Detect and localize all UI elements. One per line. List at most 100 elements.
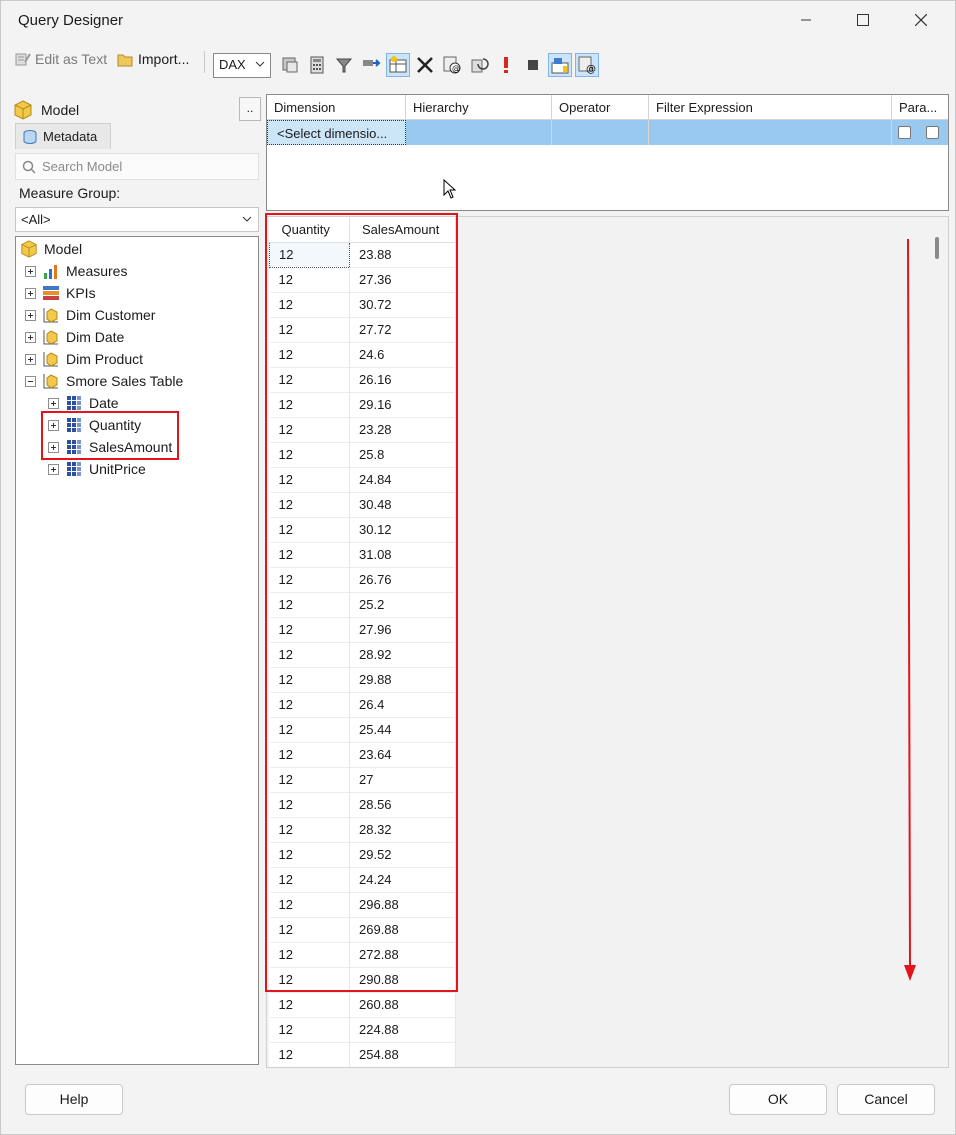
quantity-cell[interactable]: 12 — [269, 1017, 350, 1043]
column-header[interactable]: Filter Expression — [649, 95, 892, 120]
parameter-button[interactable] — [359, 53, 383, 77]
column-header[interactable]: Dimension — [267, 95, 406, 120]
delete-button[interactable] — [413, 53, 437, 77]
show-aggregates-button[interactable] — [278, 53, 302, 77]
minimize-icon — [801, 19, 811, 21]
tree-label: Smore Sales Table — [66, 373, 184, 389]
metadata-tab-label: Metadata — [43, 129, 98, 144]
operator-cell[interactable] — [552, 120, 649, 145]
collapse-icon[interactable] — [25, 375, 36, 387]
ok-button[interactable]: OK — [729, 1084, 827, 1115]
query-parameters-button[interactable]: @ — [440, 53, 464, 77]
tree-label: Dim Customer — [66, 307, 156, 323]
tree-item-dim-product[interactable]: Dim Product — [25, 348, 143, 370]
table-row[interactable]: 12 224.88 — [269, 1017, 456, 1043]
column-header[interactable]: Hierarchy — [406, 95, 552, 120]
chevron-down-icon — [242, 216, 252, 222]
expand-icon[interactable] — [25, 331, 36, 343]
edit-as-text-button[interactable]: Edit as Text — [15, 47, 107, 71]
dimension-icon — [43, 352, 58, 367]
column-header[interactable]: Operator — [552, 95, 649, 120]
column-header[interactable]: Para... — [892, 95, 948, 120]
salesamount-cell[interactable]: 224.88 — [349, 1017, 456, 1043]
dimension-cell[interactable]: <Select dimensio... — [267, 120, 406, 145]
tree-label: KPIs — [66, 285, 96, 301]
tree-item-model[interactable]: Model — [20, 238, 82, 260]
tree-item-dim-customer[interactable]: Dim Customer — [25, 304, 155, 326]
design-mode-button[interactable] — [548, 53, 572, 77]
expand-icon[interactable] — [25, 265, 36, 277]
filter-expression-cell[interactable] — [649, 120, 892, 145]
title-bar: Query Designer — [1, 1, 955, 39]
import-label: Import... — [138, 51, 190, 67]
scrollbar-thumb[interactable] — [935, 237, 939, 259]
filter-grid-header: Dimension Hierarchy Operator Filter Expr… — [267, 95, 948, 120]
table-row[interactable]: 12 254.88 — [269, 1042, 456, 1067]
measure-group-select[interactable]: <All> — [15, 207, 259, 232]
refresh-button[interactable] — [467, 53, 491, 77]
salesamount-cell[interactable]: 254.88 — [349, 1042, 456, 1067]
maximize-button[interactable] — [834, 1, 892, 39]
hierarchy-cell[interactable] — [406, 120, 552, 145]
edit-text-icon — [15, 53, 31, 66]
highlight-box — [265, 213, 458, 992]
tree-item-kpis[interactable]: KPIs — [25, 282, 96, 304]
table-row[interactable]: 12 260.88 — [269, 992, 456, 1018]
salesamount-cell[interactable]: 260.88 — [349, 992, 456, 1018]
tree-label: Model — [44, 241, 83, 257]
expand-icon[interactable] — [25, 287, 36, 299]
edit-as-text-label: Edit as Text — [35, 51, 108, 67]
close-button[interactable] — [892, 1, 950, 39]
measure-group-value: <All> — [21, 212, 51, 227]
expand-icon[interactable] — [25, 309, 36, 321]
mouse-cursor-icon — [443, 179, 457, 199]
show-empty-cells-button[interactable] — [386, 53, 410, 77]
filter-icon — [335, 58, 353, 73]
search-input[interactable]: Search Model — [15, 153, 259, 180]
search-placeholder: Search Model — [42, 159, 123, 174]
delete-x-icon — [417, 57, 433, 73]
tree-label: Date — [89, 395, 119, 411]
tree-item-unitprice[interactable]: UnitPrice — [48, 458, 146, 480]
query-language-select[interactable]: DAX — [213, 53, 271, 78]
window-title: Query Designer — [18, 12, 124, 29]
vertical-scrollbar[interactable] — [928, 217, 948, 1067]
tree-label: UnitPrice — [89, 461, 146, 477]
import-button[interactable]: Import... — [117, 47, 189, 71]
browse-model-button[interactable]: .. — [239, 97, 261, 121]
expand-icon[interactable] — [25, 353, 36, 365]
filter-button[interactable] — [332, 53, 356, 77]
cancel-button[interactable]: Cancel — [837, 1084, 935, 1115]
search-icon — [22, 160, 36, 174]
dimension-icon — [43, 374, 58, 389]
parameter-checkbox[interactable] — [926, 126, 939, 139]
filter-row[interactable]: <Select dimensio... — [267, 120, 948, 145]
tree-label: Dim Product — [66, 351, 144, 367]
quantity-cell[interactable]: 12 — [269, 1042, 350, 1067]
model-label: Model — [41, 102, 80, 118]
parameter-checkbox[interactable] — [898, 126, 911, 139]
cancel-query-button[interactable] — [521, 53, 545, 77]
exclamation-icon — [504, 57, 508, 73]
dimension-icon — [43, 330, 58, 345]
expand-icon[interactable] — [48, 463, 59, 475]
query-designer-window: Query Designer Edit as Text Import... DA… — [0, 0, 956, 1135]
tree-label: Measures — [66, 263, 128, 279]
help-button[interactable]: Help — [25, 1084, 123, 1115]
model-selector[interactable]: Model — [11, 98, 243, 122]
folder-icon — [117, 54, 133, 66]
tree-item-smore-sales-table[interactable]: Smore Sales Table — [25, 370, 183, 392]
svg-text:@: @ — [586, 64, 596, 75]
run-query-button[interactable] — [494, 53, 518, 77]
quantity-cell[interactable]: 12 — [269, 992, 350, 1018]
tree-item-measures[interactable]: Measures — [25, 260, 127, 282]
minimize-button[interactable] — [777, 1, 835, 39]
expand-icon[interactable] — [48, 397, 59, 409]
calculator-button[interactable] — [305, 53, 329, 77]
design-mode-icon — [551, 58, 569, 74]
tab-metadata[interactable]: Metadata — [15, 123, 111, 149]
metadata-icon — [23, 129, 37, 144]
query-mode-button[interactable]: @ — [575, 53, 599, 77]
measure-group-label: Measure Group: — [19, 185, 121, 201]
tree-item-dim-date[interactable]: Dim Date — [25, 326, 124, 348]
